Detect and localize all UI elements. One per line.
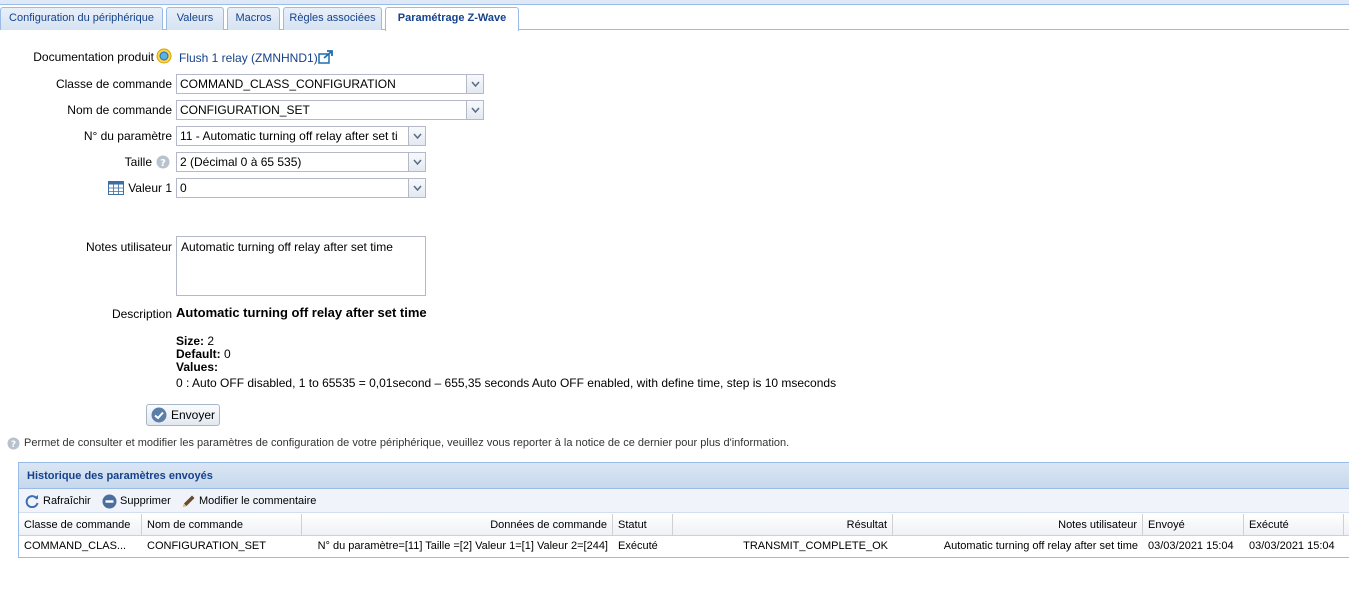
table-cell: 03/03/2021 15:04 bbox=[1249, 540, 1335, 552]
search-globe-icon bbox=[156, 48, 173, 68]
delete-button[interactable]: Supprimer bbox=[102, 493, 171, 509]
table-cell: COMMAND_CLAS... bbox=[24, 540, 127, 552]
tab-rules[interactable]: Règles associées bbox=[283, 7, 382, 30]
doc-label: Documentation produit bbox=[33, 50, 154, 64]
command-name-value: CONFIGURATION_SET bbox=[180, 103, 310, 117]
minus-circle-icon bbox=[102, 494, 117, 514]
svg-text:?: ? bbox=[160, 158, 166, 169]
table-cell: CONFIGURATION_SET bbox=[147, 540, 266, 552]
refresh-icon bbox=[25, 494, 40, 513]
delete-label: Supprimer bbox=[120, 495, 171, 507]
chevron-down-icon[interactable] bbox=[466, 101, 483, 119]
description-values-key: Values: bbox=[176, 360, 219, 374]
column-header[interactable]: Nom de commande bbox=[142, 514, 302, 536]
column-header[interactable]: Envoyé bbox=[1143, 514, 1244, 536]
table-cell: N° du paramètre=[11] Taille =[2] Valeur … bbox=[317, 540, 608, 552]
help-icon: ? bbox=[7, 437, 20, 453]
history-panel: Historique des paramètres envoyés Rafraî… bbox=[18, 462, 1349, 558]
tab-values[interactable]: Valeurs bbox=[166, 7, 224, 30]
command-class-value: COMMAND_CLASS_CONFIGURATION bbox=[180, 77, 396, 91]
table-cell: TRANSMIT_COMPLETE_OK bbox=[743, 540, 888, 552]
column-header[interactable]: Exécuté bbox=[1244, 514, 1344, 536]
table-row[interactable]: COMMAND_CLAS... CONFIGURATION_SET N° du … bbox=[19, 536, 1349, 556]
hint-text: Permet de consulter et modifier les para… bbox=[24, 437, 790, 449]
param-value: 11 - Automatic turning off relay after s… bbox=[180, 129, 398, 143]
edit-comment-button[interactable]: Modifier le commentaire bbox=[181, 493, 316, 509]
param-select[interactable]: 11 - Automatic turning off relay after s… bbox=[176, 126, 426, 146]
column-header[interactable]: Classe de commande bbox=[19, 514, 142, 536]
command-name-label: Nom de commande bbox=[67, 103, 172, 117]
value1-value: 0 bbox=[180, 181, 187, 195]
command-class-label: Classe de commande bbox=[55, 77, 172, 91]
doc-link[interactable]: Flush 1 relay (ZMNHND1) bbox=[179, 51, 318, 65]
edit-comment-label: Modifier le commentaire bbox=[199, 495, 317, 507]
table-cell: Automatic turning off relay after set ti… bbox=[943, 540, 1138, 552]
table-cell: Exécuté bbox=[618, 540, 658, 552]
description-size: Size: 2 bbox=[176, 334, 215, 348]
value1-label: Valeur 1 bbox=[128, 181, 172, 195]
tab-device-config[interactable]: Configuration du périphérique bbox=[0, 7, 163, 30]
tab-bar: Configuration du périphérique Valeurs Ma… bbox=[0, 0, 1349, 31]
command-class-select[interactable]: COMMAND_CLASS_CONFIGURATION bbox=[176, 74, 484, 94]
history-panel-title: Historique des paramètres envoyés bbox=[19, 463, 1349, 489]
refresh-label: Rafraîchir bbox=[43, 495, 91, 507]
refresh-button[interactable]: Rafraîchir bbox=[25, 493, 91, 509]
command-name-select[interactable]: CONFIGURATION_SET bbox=[176, 100, 484, 120]
value1-select[interactable]: 0 bbox=[176, 178, 426, 198]
column-header[interactable]: Données de commande bbox=[302, 514, 613, 536]
size-value: 2 (Décimal 0 à 65 535) bbox=[180, 155, 302, 169]
notes-textarea[interactable]: Automatic turning off relay after set ti… bbox=[176, 236, 426, 296]
pencil-icon bbox=[181, 494, 196, 514]
chevron-down-icon[interactable] bbox=[408, 127, 425, 145]
notes-label: Notes utilisateur bbox=[85, 240, 172, 254]
send-button[interactable]: Envoyer bbox=[146, 404, 220, 426]
tab-macros[interactable]: Macros bbox=[227, 7, 280, 30]
tab-bar-strip bbox=[0, 0, 1349, 5]
chevron-down-icon[interactable] bbox=[408, 153, 425, 171]
size-label: Taille bbox=[124, 155, 152, 169]
send-button-label: Envoyer bbox=[171, 408, 216, 422]
history-toolbar: Rafraîchir Supprimer Modifier le comment… bbox=[19, 489, 1349, 513]
description-default: Default: 0 bbox=[176, 347, 231, 361]
size-select[interactable]: 2 (Décimal 0 à 65 535) bbox=[176, 152, 426, 172]
column-header[interactable]: Résultat bbox=[673, 514, 893, 536]
svg-text:?: ? bbox=[11, 440, 16, 450]
param-label: N° du paramètre bbox=[83, 129, 172, 143]
tab-zwave-settings[interactable]: Paramétrage Z-Wave bbox=[385, 7, 519, 31]
table-cell: 03/03/2021 15:04 bbox=[1148, 540, 1234, 552]
chevron-down-icon[interactable] bbox=[408, 179, 425, 197]
column-header[interactable]: Notes utilisateur bbox=[893, 514, 1143, 536]
history-grid-header: Classe de commande Nom de commande Donné… bbox=[19, 514, 1349, 536]
check-circle-icon bbox=[151, 407, 167, 429]
help-icon[interactable]: ? bbox=[156, 155, 170, 172]
description-values-text: 0 : Auto OFF disabled, 1 to 65535 = 0,01… bbox=[176, 376, 837, 390]
chevron-down-icon[interactable] bbox=[466, 75, 483, 93]
column-header[interactable]: Statut bbox=[613, 514, 673, 536]
description-label: Description bbox=[111, 307, 172, 321]
description-title: Automatic turning off relay after set ti… bbox=[176, 305, 427, 320]
external-link-icon[interactable] bbox=[318, 50, 334, 67]
